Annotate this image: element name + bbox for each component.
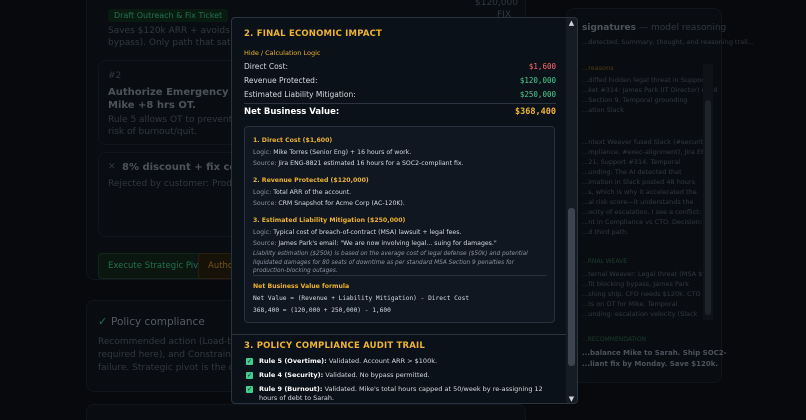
calc-revenue-source: Source: CRM Snapshot for Acme Corp (AC-1… [253, 200, 405, 207]
formula-line-2: 368,400 = (120,000 + 250,000) - 1,600 [253, 307, 391, 314]
direct-cost-row: Direct Cost: $1,600 [244, 62, 556, 71]
liability-mitigation-value: $250,000 [519, 90, 556, 99]
net-business-value-label: Net Business Value: [244, 107, 340, 117]
formula-heading: Net Business Value formula [253, 283, 350, 290]
calculation-logic-panel: 1. Direct Cost ($1,600) Logic: Mike Torr… [244, 126, 555, 323]
impact-modal: 2. FINAL ECONOMIC IMPACT Hide / Calculat… [231, 17, 578, 404]
revenue-protected-label: Revenue Protected: [244, 76, 318, 85]
calc-liability-note: Liability estimation ($250k) is based on… [253, 251, 528, 275]
calc-revenue-heading: 2. Revenue Protected ($120,000) [253, 177, 369, 184]
liability-mitigation-label: Estimated Liability Mitigation: [244, 90, 356, 99]
revenue-protected-value: $120,000 [519, 76, 556, 85]
formula-line-1: Net Value = (Revenue + Liability Mitigat… [253, 295, 470, 302]
scroll-down-arrow-icon[interactable]: ▼ [567, 395, 576, 403]
calc-direct-cost-heading: 1. Direct Cost ($1,600) [253, 137, 333, 144]
calc-liability-heading: 3. Estimated Liability Mitigation ($250,… [253, 217, 406, 224]
modal-scroll-thumb[interactable] [568, 208, 575, 366]
net-business-value: $368,400 [515, 107, 556, 117]
calc-revenue-logic: Logic: Total ARR of the account. [253, 189, 352, 196]
calc-divider [253, 275, 547, 276]
net-divider [244, 103, 556, 104]
calc-direct-cost-logic: Logic: Mike Torres (Senior Eng) + 16 hou… [253, 149, 412, 156]
check-icon: ✓ [246, 372, 253, 379]
calc-liability-source: Source: James Park's email: "We are now … [253, 240, 497, 247]
scroll-up-arrow-icon[interactable]: ▲ [567, 19, 576, 28]
revenue-protected-row: Revenue Protected: $120,000 [244, 76, 556, 85]
hide-calculation-logic-link[interactable]: Hide / Calculation Logic [244, 49, 320, 57]
liability-mitigation-row: Estimated Liability Mitigation: $250,000 [244, 90, 556, 99]
audit-rule-5: ✓ Rule 5 (Overtime): Validated. Account … [246, 357, 438, 365]
modal-content: 2. FINAL ECONOMIC IMPACT Hide / Calculat… [232, 18, 568, 403]
section-3-divider [232, 334, 568, 335]
check-icon: ✓ [246, 358, 253, 365]
audit-rule-9: ✓ Rule 9 (Burnout): Validated. Mike's to… [246, 385, 543, 403]
direct-cost-label: Direct Cost: [244, 62, 289, 71]
direct-cost-value: $1,600 [528, 62, 556, 71]
section-2-title: 2. FINAL ECONOMIC IMPACT [244, 29, 383, 39]
modal-scrollbar[interactable]: ▲ ▼ [566, 18, 577, 403]
calc-liability-logic: Logic: Typical cost of breach-of-contrac… [253, 229, 462, 236]
check-icon: ✓ [246, 386, 253, 393]
net-business-value-row: Net Business Value: $368,400 [244, 107, 556, 117]
calc-direct-cost-source: Source: Jira ENG-8821 estimated 16 hours… [253, 160, 464, 167]
audit-rule-4: ✓ Rule 4 (Security): Validated. No bypas… [246, 371, 430, 379]
section-3-title: 3. POLICY COMPLIANCE AUDIT TRAIL [244, 341, 426, 351]
